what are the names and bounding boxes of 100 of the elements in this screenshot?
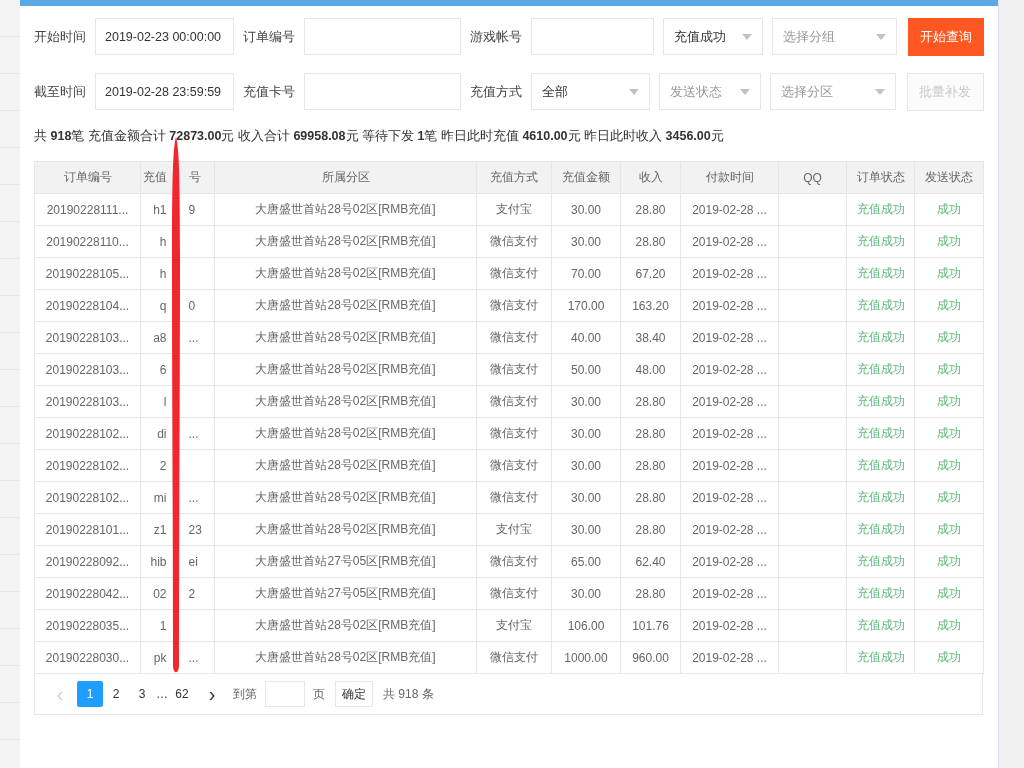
- table-cell: 微信支付: [476, 417, 552, 450]
- table-cell: 成功: [914, 353, 984, 386]
- table-cell: 成功: [914, 481, 984, 514]
- table-cell: 20190228103...: [34, 385, 141, 418]
- table-cell: 2019-02-28 ...: [680, 609, 779, 642]
- input-field[interactable]: 2019-02-23 00:00:00: [95, 18, 234, 55]
- table-cell: 充值成功: [846, 353, 915, 386]
- table-cell: 大唐盛世首站27号05区[RMB充值]: [214, 577, 477, 610]
- table-cell: 大唐盛世首站28号02区[RMB充值]: [214, 353, 477, 386]
- table-cell: 67.20: [620, 257, 681, 290]
- table-cell: 30.00: [551, 513, 621, 546]
- table-cell: 支付宝: [476, 193, 552, 226]
- table-cell: [778, 513, 847, 546]
- table-cell: 2019-02-28 ...: [680, 353, 779, 386]
- table-cell: 充值成功: [846, 417, 915, 450]
- field-label: 游戏帐号: [470, 27, 522, 46]
- input-field[interactable]: [304, 73, 461, 110]
- caret-icon: [739, 88, 750, 95]
- table-cell: 大唐盛世首站28号02区[RMB充值]: [214, 289, 477, 322]
- table-cell: 充值成功: [846, 513, 915, 546]
- table-cell: [778, 225, 847, 258]
- table-cell: 充值成功: [846, 609, 915, 642]
- table-cell: 30.00: [551, 577, 621, 610]
- column-header: 发送状态: [914, 161, 984, 194]
- table-cell: 大唐盛世首站28号02区[RMB充值]: [214, 257, 477, 290]
- table-cell: 28.80: [620, 385, 681, 418]
- table-cell: 微信支付: [476, 289, 552, 322]
- table-cell: 成功: [914, 321, 984, 354]
- page-button[interactable]: 3: [129, 681, 155, 707]
- table-cell: 163.20: [620, 289, 681, 322]
- select-field[interactable]: 充值成功: [663, 18, 764, 55]
- table-cell: [778, 577, 847, 610]
- table-cell: 2019-02-28 ...: [680, 225, 779, 258]
- table-cell: 70.00: [551, 257, 621, 290]
- caret-icon: [874, 88, 885, 95]
- table-cell: 101.76: [620, 609, 681, 642]
- table-cell: 2019-02-28 ...: [680, 641, 779, 674]
- table-cell: 大唐盛世首站28号02区[RMB充值]: [214, 417, 477, 450]
- table-cell: 2019-02-28 ...: [680, 321, 779, 354]
- table-cell: 28.80: [620, 225, 681, 258]
- table-cell: 微信支付: [476, 481, 552, 514]
- table-cell: 微信支付: [476, 385, 552, 418]
- input-field[interactable]: [304, 18, 461, 55]
- table-cell: [778, 353, 847, 386]
- column-header: 收入: [620, 161, 681, 194]
- table-cell: 20190228103...: [34, 321, 141, 354]
- table-cell: [778, 481, 847, 514]
- table-cell: 充值成功: [846, 449, 915, 482]
- page-button[interactable]: 2: [103, 681, 129, 707]
- table-cell: 成功: [914, 193, 984, 226]
- table-cell: 20190228111...: [34, 193, 141, 226]
- table-cell: 充值成功: [846, 545, 915, 578]
- table-cell: 微信支付: [476, 449, 552, 482]
- table-cell: 大唐盛世首站28号02区[RMB充值]: [214, 481, 477, 514]
- table-cell: 微信支付: [476, 257, 552, 290]
- table-cell: 成功: [914, 385, 984, 418]
- table-cell: 充值成功: [846, 641, 915, 674]
- table-cell: 2019-02-28 ...: [680, 481, 779, 514]
- table-cell: [778, 193, 847, 226]
- table-cell: 微信支付: [476, 321, 552, 354]
- input-field[interactable]: 2019-02-28 23:59:59: [95, 73, 234, 110]
- table-cell: 2019-02-28 ...: [680, 417, 779, 450]
- field-label: 充值方式: [470, 82, 522, 101]
- select-field[interactable]: 全部: [531, 73, 651, 110]
- table-cell: 成功: [914, 417, 984, 450]
- table-cell: 38.40: [620, 321, 681, 354]
- page-input[interactable]: [265, 681, 305, 707]
- table-cell: 28.80: [620, 481, 681, 514]
- table-cell: 2019-02-28 ...: [680, 257, 779, 290]
- field-label: 截至时间: [34, 82, 86, 101]
- next-page-button[interactable]: ›: [199, 681, 225, 707]
- summary-text: 共 918笔 充值金额合计 72873.00元 收入合计 69958.08元 等待下发 1笔 昨日此时充值 4610.00元 昨日此时收入 3456.00元: [34, 128, 725, 145]
- table-cell: 20190228042...: [34, 577, 141, 610]
- table-cell: [778, 257, 847, 290]
- table-cell: 大唐盛世首站28号02区[RMB充值]: [214, 321, 477, 354]
- table-cell: [778, 449, 847, 482]
- table-cell: 50.00: [551, 353, 621, 386]
- table-cell: 微信支付: [476, 353, 552, 386]
- table-cell: 30.00: [551, 225, 621, 258]
- table-cell: [778, 321, 847, 354]
- table-cell: 微信支付: [476, 577, 552, 610]
- table-cell: 成功: [914, 513, 984, 546]
- caret-icon: [875, 33, 886, 40]
- table-cell: 成功: [914, 641, 984, 674]
- confirm-button[interactable]: 确定: [335, 681, 373, 707]
- table-cell: 30.00: [551, 417, 621, 450]
- caret-icon: [629, 88, 640, 95]
- table-cell: [778, 417, 847, 450]
- goto-label: 到第: [233, 685, 257, 703]
- field-label: 订单编号: [243, 27, 295, 46]
- page-button[interactable]: 62: [169, 681, 195, 707]
- table-cell: 40.00: [551, 321, 621, 354]
- table-cell: 20190228101...: [34, 513, 141, 546]
- table-cell: 充值成功: [846, 289, 915, 322]
- table-cell: 成功: [914, 577, 984, 610]
- input-field[interactable]: [531, 18, 654, 55]
- page-unit-label: 页: [313, 685, 325, 703]
- table-cell: 106.00: [551, 609, 621, 642]
- table-cell: [778, 289, 847, 322]
- table-cell: 62.40: [620, 545, 681, 578]
